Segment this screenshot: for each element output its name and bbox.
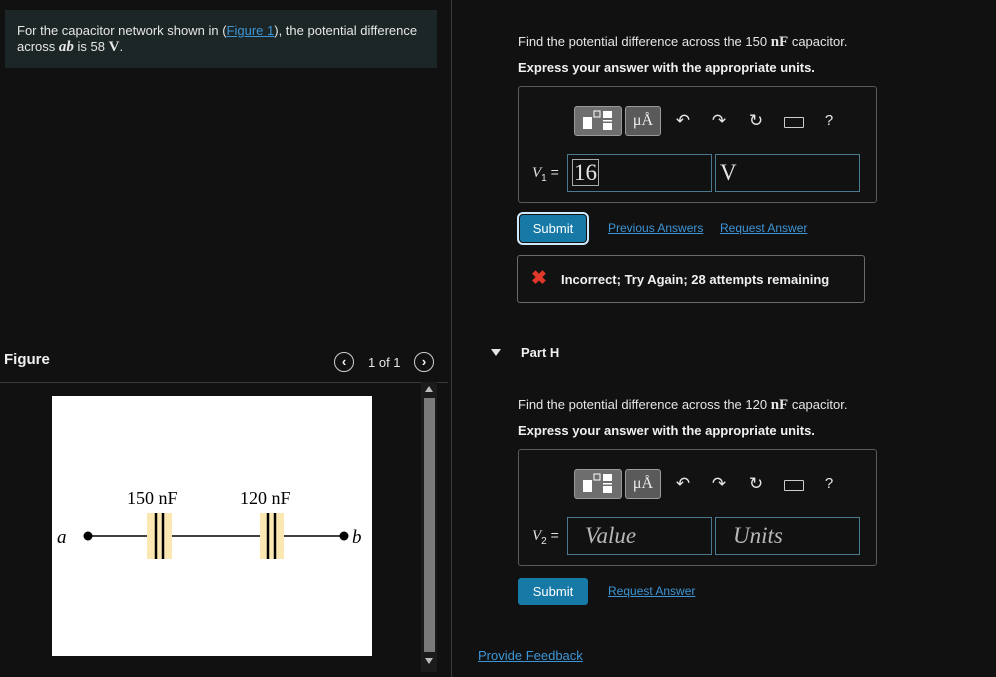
next-figure-button[interactable]: › — [414, 352, 434, 372]
chevron-left-icon: ‹ — [341, 354, 347, 369]
template-button[interactable] — [574, 106, 622, 136]
part-h-value-input[interactable]: Value — [567, 517, 712, 555]
reset-icon[interactable]: ↻ — [746, 111, 766, 131]
part-g-question-suffix: capacitor. — [788, 34, 848, 49]
problem-unit: V — [108, 39, 120, 55]
units-button[interactable]: μÅ — [625, 469, 661, 499]
scrollbar-thumb[interactable] — [424, 398, 435, 652]
undo-icon[interactable]: ↶ — [673, 111, 693, 131]
units-button[interactable]: μÅ — [625, 106, 661, 136]
v2-subscript: 2 — [541, 535, 547, 547]
problem-text-4: . — [119, 39, 124, 54]
v1-symbol: V — [532, 165, 542, 181]
figure-1-link[interactable]: Figure 1 — [227, 23, 275, 38]
terminal-b — [339, 531, 349, 541]
part-h-question-suffix: capacitor. — [788, 397, 848, 412]
help-button[interactable]: ? — [819, 475, 839, 492]
reset-icon[interactable]: ↻ — [746, 474, 766, 494]
part-g-value-text: 16 — [572, 159, 599, 186]
node-label-b: b — [352, 527, 362, 548]
capacitor-network-figure: a b 150 nF 120 nF — [52, 396, 372, 656]
part-g-request-answer-link[interactable]: Request Answer — [720, 221, 807, 235]
v2-symbol: V — [532, 528, 542, 544]
node-label-a: a — [57, 527, 67, 548]
part-g-value-input[interactable]: 16 — [567, 154, 712, 192]
feedback-text: Incorrect; Try Again; 28 attempts remain… — [561, 272, 830, 287]
collapse-part-h-icon[interactable] — [491, 349, 501, 356]
part-h-request-answer-link[interactable]: Request Answer — [608, 584, 695, 598]
part-h-header[interactable]: Part H — [521, 345, 559, 360]
previous-answers-link[interactable]: Previous Answers — [608, 221, 703, 235]
v2-equals: = — [550, 527, 559, 543]
part-h-question-text: Find the potential difference across the… — [518, 397, 771, 412]
part-g-submit-button[interactable]: Submit — [517, 212, 589, 245]
part-g-units-input[interactable]: V — [715, 154, 860, 192]
part-h-submit-button[interactable]: Submit — [518, 578, 588, 605]
provide-feedback-link[interactable]: Provide Feedback — [478, 648, 583, 663]
undo-icon[interactable]: ↶ — [673, 474, 693, 494]
part-g-feedback: ✖ Incorrect; Try Again; 28 attempts rema… — [517, 255, 865, 303]
part-g-question-unit: nF — [770, 34, 789, 50]
part-g-question: Find the potential difference across the… — [518, 34, 847, 51]
problem-text-1: For the capacitor network shown in ( — [17, 23, 227, 38]
figure-page-indicator: 1 of 1 — [368, 355, 401, 370]
part-h-units-input[interactable]: Units — [715, 517, 860, 555]
problem-var-ab: ab — [58, 39, 74, 55]
cap1-label: 150 nF — [127, 488, 178, 508]
part-h-question-unit: nF — [770, 397, 789, 413]
cap2-label: 120 nF — [240, 488, 291, 508]
redo-icon[interactable]: ↷ — [709, 474, 729, 494]
x-icon: ✖ — [531, 268, 547, 289]
scroll-down-icon[interactable] — [425, 658, 433, 664]
keyboard-icon[interactable] — [784, 117, 804, 128]
prev-figure-button[interactable]: ‹ — [334, 352, 354, 372]
figure-title: Figure — [4, 351, 50, 368]
template-button[interactable] — [574, 469, 622, 499]
terminal-a — [83, 531, 93, 541]
part-g-instruction: Express your answer with the appropriate… — [518, 60, 815, 75]
part-h-answer-panel: μÅ ↶ ↷ ↻ ? V2 = Value Units — [518, 449, 877, 566]
problem-statement: For the capacitor network shown in (Figu… — [5, 10, 437, 68]
part-h-instruction: Express your answer with the appropriate… — [518, 423, 815, 438]
template-icon — [583, 473, 612, 493]
part-g-answer-panel: μÅ ↶ ↷ ↻ ? V1 = 16 V — [518, 86, 877, 203]
part-h-question: Find the potential difference across the… — [518, 397, 847, 414]
help-button[interactable]: ? — [819, 112, 839, 129]
problem-text-3: is 58 — [73, 39, 109, 54]
scroll-up-icon[interactable] — [425, 386, 433, 392]
part-g-question-text: Find the potential difference across the… — [518, 34, 771, 49]
v1-subscript: 1 — [541, 172, 547, 184]
circuit-diagram: a b 150 nF 120 nF — [57, 488, 362, 559]
part-g-variable-label: V1 = — [532, 164, 559, 184]
chevron-right-icon: › — [421, 354, 427, 369]
pane-divider — [451, 0, 452, 677]
template-icon — [583, 110, 612, 130]
capacitor-120nf — [260, 513, 284, 559]
part-h-variable-label: V2 = — [532, 527, 559, 547]
keyboard-icon[interactable] — [784, 480, 804, 491]
capacitor-150nf — [147, 513, 172, 559]
figure-divider — [0, 382, 448, 383]
redo-icon[interactable]: ↷ — [709, 111, 729, 131]
v1-equals: = — [550, 164, 559, 180]
